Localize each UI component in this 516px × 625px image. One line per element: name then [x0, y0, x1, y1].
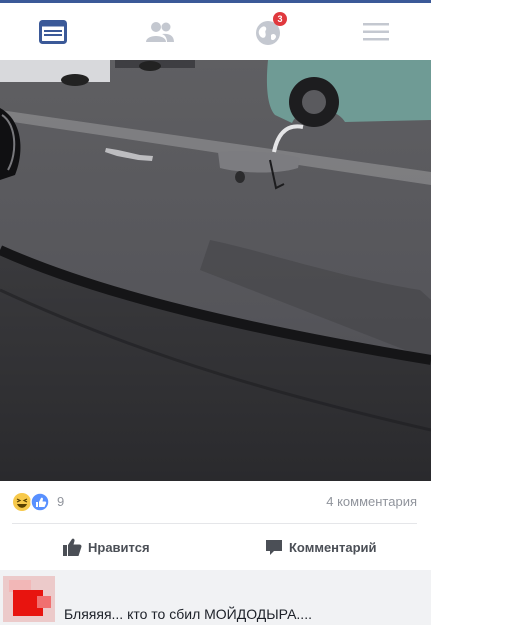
- comment-label: Комментарий: [289, 539, 377, 555]
- navbar: 3: [0, 3, 431, 60]
- menu-icon: [363, 22, 389, 40]
- reactions-row: 9 4 комментария: [0, 481, 431, 523]
- thumbs-up-icon: [63, 538, 82, 556]
- haha-reaction-icon: [13, 493, 31, 511]
- actions-row: Нравится Комментарий: [0, 524, 431, 570]
- comment-bubble-icon: [266, 539, 282, 555]
- comment-count[interactable]: 4 комментария: [326, 494, 417, 509]
- reactions-icons[interactable]: [12, 492, 56, 512]
- like-button[interactable]: Нравится: [63, 524, 150, 570]
- nav-menu[interactable]: [336, 3, 416, 60]
- like-label: Нравится: [88, 539, 150, 555]
- notifications-badge: 3: [273, 12, 287, 26]
- post-photo[interactable]: [0, 60, 431, 481]
- comment-text: Бляяяя... кто то сбил МОЙДОДЫРА....: [64, 606, 312, 622]
- comment-item: Бляяяя... кто то сбил МОЙДОДЫРА....: [0, 570, 431, 625]
- post-frame: 3 9 4 комментария Нравится Комментарий Б…: [0, 0, 431, 625]
- avatar[interactable]: [3, 576, 55, 622]
- nav-news-feed[interactable]: [13, 3, 93, 60]
- nav-friends[interactable]: [120, 3, 200, 60]
- news-feed-icon: [39, 19, 67, 44]
- reaction-count[interactable]: 9: [57, 494, 64, 509]
- like-reaction-icon: [30, 492, 50, 512]
- comment-button[interactable]: Комментарий: [265, 524, 377, 570]
- friends-icon: [146, 21, 174, 42]
- nav-notifications[interactable]: 3: [228, 3, 308, 60]
